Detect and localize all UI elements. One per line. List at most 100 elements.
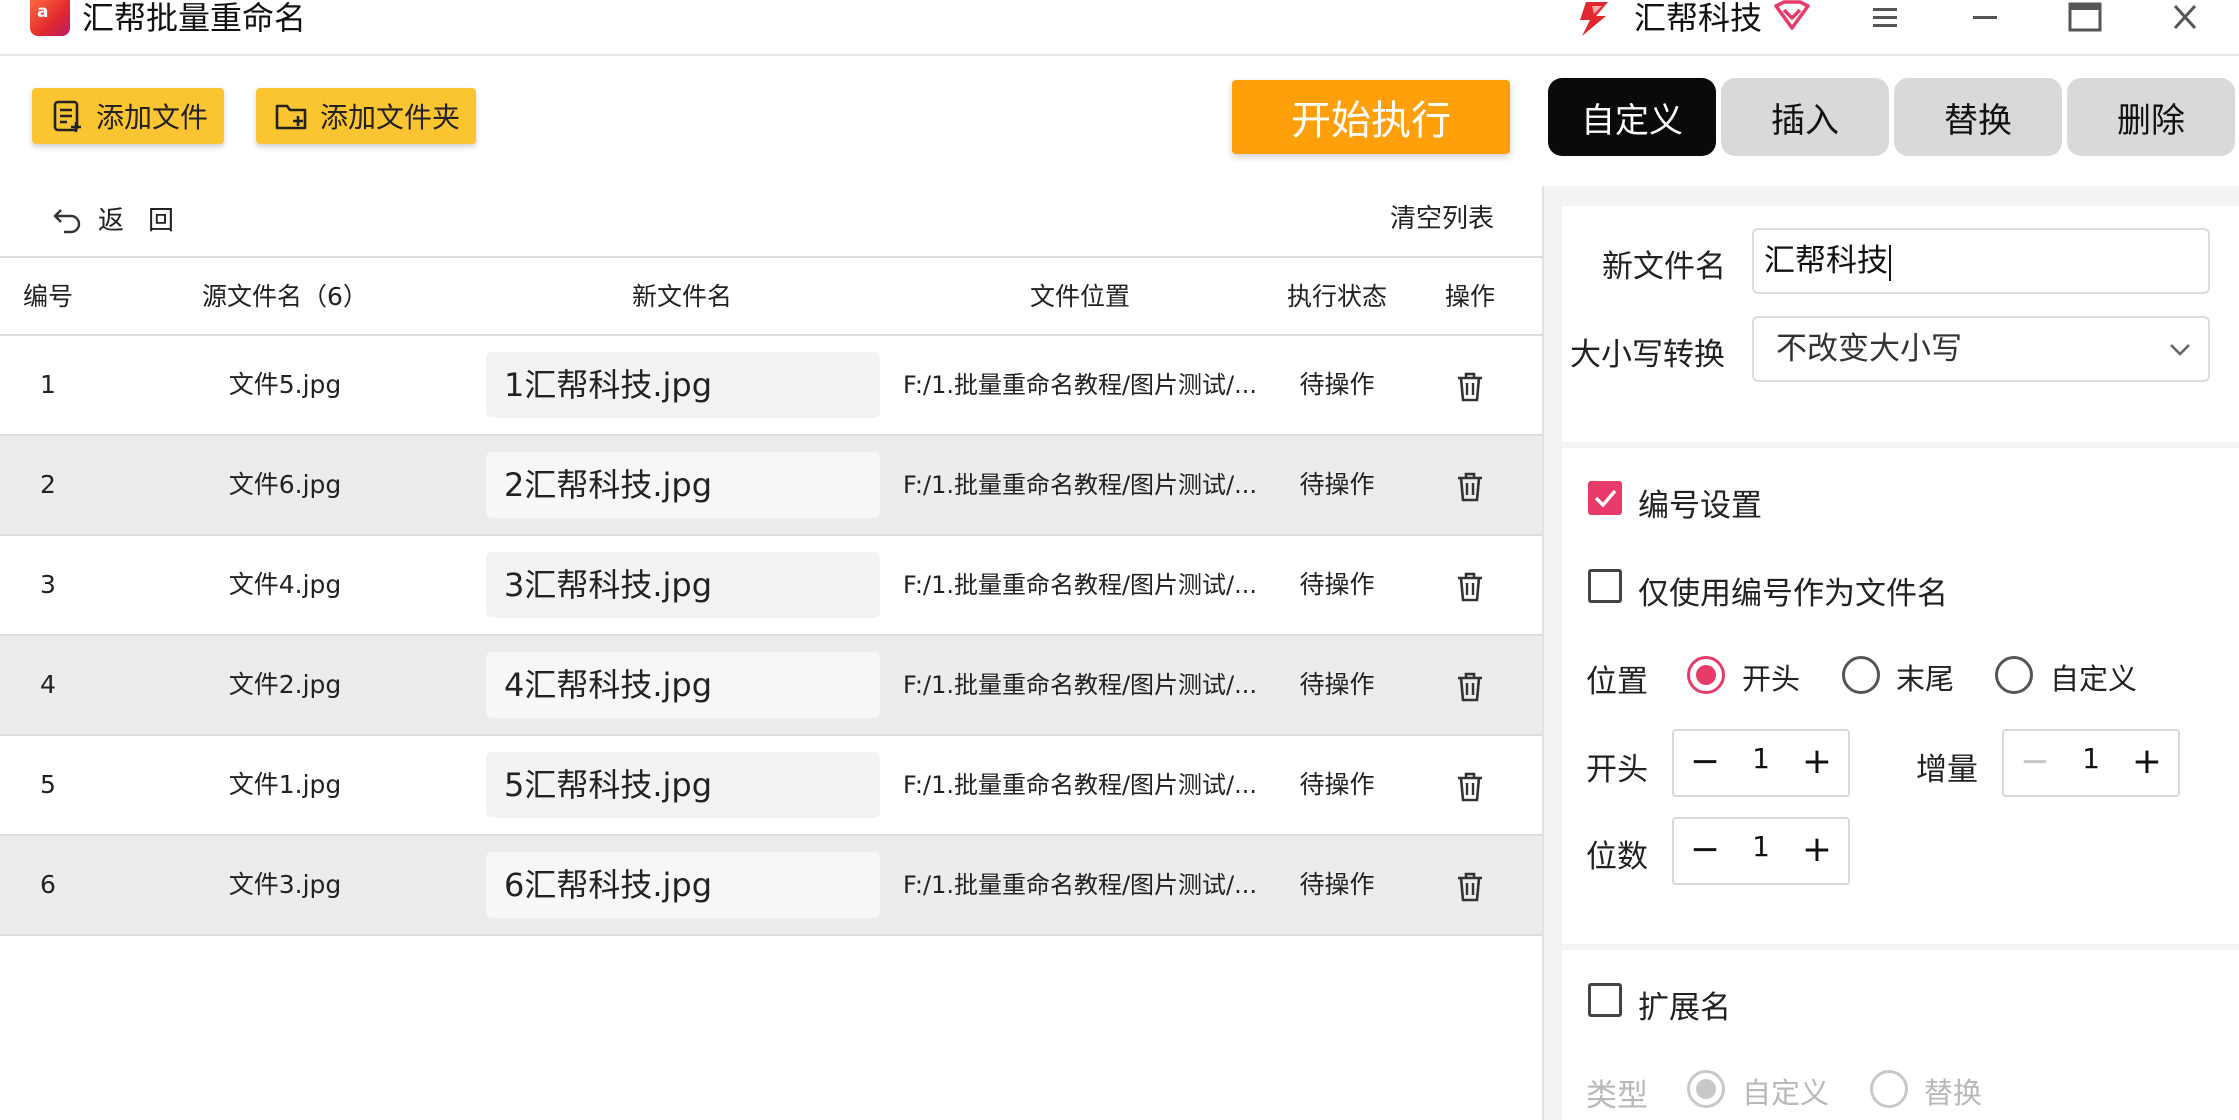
only-number-checkbox[interactable]	[1588, 569, 1622, 603]
increment-value[interactable]: 1	[2054, 731, 2128, 793]
position-radio-end[interactable]	[1842, 656, 1880, 694]
table-row[interactable]: 4 文件2.jpg 4汇帮科技.jpg F:/1.批量重命名教程/图片测试/... 待操…	[0, 636, 1542, 736]
row-new-name-field[interactable]: 3汇帮科技.jpg	[486, 552, 880, 618]
row-status: 待操作	[1299, 670, 1375, 699]
trash-icon[interactable]	[1456, 572, 1484, 602]
column-header-number: 编号	[22, 282, 73, 311]
start-button[interactable]: 开始执行	[1232, 80, 1510, 154]
row-number: 4	[40, 670, 56, 699]
back-button[interactable]: 返回	[52, 196, 198, 240]
row-source-name: 文件4.jpg	[228, 570, 342, 599]
app-title: 汇帮批量重命名	[82, 0, 307, 37]
title-bar: a 汇帮批量重命名 汇帮科技	[0, 0, 2239, 56]
type-radio-replace[interactable]	[1870, 1070, 1908, 1108]
add-file-button[interactable]: 添加文件	[32, 88, 224, 144]
case-conversion-value: 不改变大小写	[1776, 331, 1962, 367]
digits-increment-button[interactable]: +	[1794, 819, 1840, 883]
app-logo-icon: a	[30, 0, 70, 36]
trash-icon[interactable]	[1456, 772, 1484, 802]
trash-icon[interactable]	[1456, 672, 1484, 702]
row-number: 1	[40, 370, 56, 399]
trash-icon[interactable]	[1456, 372, 1484, 402]
increment-increment-button[interactable]: +	[2124, 731, 2170, 795]
start-label: 开头	[1586, 752, 1648, 788]
case-conversion-label: 大小写转换	[1570, 337, 1725, 373]
row-source-name: 文件6.jpg	[228, 470, 342, 499]
row-new-name-field[interactable]: 6汇帮科技.jpg	[486, 852, 880, 918]
extension-checkbox[interactable]	[1588, 983, 1622, 1017]
row-file-location: F:/1.批量重命名教程/图片测试/...	[902, 771, 1258, 799]
position-option-end-label: 末尾	[1896, 662, 1955, 696]
row-file-location: F:/1.批量重命名教程/图片测试/...	[902, 871, 1258, 899]
tab-replace[interactable]: 替换	[1894, 78, 2062, 156]
table-row[interactable]: 1 文件5.jpg 1汇帮科技.jpg F:/1.批量重命名教程/图片测试/... 待操…	[0, 336, 1542, 436]
row-source-name: 文件2.jpg	[228, 670, 342, 699]
column-header-location: 文件位置	[1029, 282, 1130, 311]
new-name-label: 新文件名	[1602, 249, 1726, 285]
minimize-icon[interactable]	[1962, 0, 2008, 36]
numbering-checkbox[interactable]	[1588, 481, 1622, 515]
row-status: 待操作	[1299, 570, 1375, 599]
only-number-label: 仅使用编号作为文件名	[1638, 576, 1948, 612]
start-value[interactable]: 1	[1724, 731, 1798, 793]
row-source-name: 文件5.jpg	[228, 370, 342, 399]
brand-name: 汇帮科技	[1634, 0, 1763, 37]
row-file-location: F:/1.批量重命名教程/图片测试/...	[902, 471, 1258, 499]
table-row[interactable]: 5 文件1.jpg 5汇帮科技.jpg F:/1.批量重命名教程/图片测试/... 待操…	[0, 736, 1542, 836]
row-file-location: F:/1.批量重命名教程/图片测试/...	[902, 571, 1258, 599]
row-status: 待操作	[1299, 470, 1375, 499]
start-increment-button[interactable]: +	[1794, 731, 1840, 795]
row-number: 3	[40, 570, 56, 599]
position-option-custom-label: 自定义	[2050, 662, 2138, 696]
row-file-location: F:/1.批量重命名教程/图片测试/...	[902, 371, 1258, 399]
increment-label: 增量	[1916, 752, 1978, 788]
table-row[interactable]: 6 文件3.jpg 6汇帮科技.jpg F:/1.批量重命名教程/图片测试/... 待操…	[0, 836, 1542, 936]
row-source-name: 文件3.jpg	[228, 870, 342, 899]
position-radio-custom[interactable]	[1995, 656, 2033, 694]
clear-list-button[interactable]: 清空列表	[1390, 198, 1494, 235]
checkmark-icon	[1594, 489, 1617, 508]
row-new-name-field[interactable]: 1汇帮科技.jpg	[486, 352, 880, 418]
position-radio-start[interactable]	[1687, 656, 1725, 694]
undo-arrow-icon	[53, 209, 81, 234]
digits-label: 位数	[1586, 839, 1648, 875]
type-radio-custom[interactable]	[1687, 1070, 1725, 1108]
add-file-icon	[53, 100, 81, 132]
case-conversion-select[interactable]: 不改变大小写	[1752, 316, 2210, 382]
digits-value[interactable]: 1	[1724, 819, 1798, 881]
trash-icon[interactable]	[1456, 872, 1484, 902]
row-number: 6	[40, 870, 56, 899]
row-new-name-field[interactable]: 2汇帮科技.jpg	[486, 452, 880, 518]
column-header-status: 执行状态	[1286, 282, 1387, 311]
brand-logo-icon	[1580, 2, 1608, 36]
trash-icon[interactable]	[1456, 472, 1484, 502]
row-new-name-field[interactable]: 4汇帮科技.jpg	[486, 652, 880, 718]
row-status: 待操作	[1299, 770, 1375, 799]
maximize-icon[interactable]	[2062, 0, 2108, 36]
add-file-label: 添加文件	[96, 101, 209, 134]
increment-decrement-button[interactable]: −	[2012, 731, 2058, 795]
close-icon[interactable]	[2162, 0, 2208, 36]
extension-label: 扩展名	[1638, 990, 1731, 1026]
table-row[interactable]: 3 文件4.jpg 3汇帮科技.jpg F:/1.批量重命名教程/图片测试/... 待操…	[0, 536, 1542, 636]
add-folder-button[interactable]: 添加文件夹	[256, 88, 476, 144]
row-number: 2	[40, 470, 56, 499]
numbering-label: 编号设置	[1638, 488, 1762, 524]
row-file-location: F:/1.批量重命名教程/图片测试/...	[902, 671, 1258, 699]
digits-decrement-button[interactable]: −	[1682, 819, 1728, 883]
tab-custom[interactable]: 自定义	[1548, 78, 1716, 156]
tab-insert[interactable]: 插入	[1721, 78, 1889, 156]
row-new-name-field[interactable]: 5汇帮科技.jpg	[486, 752, 880, 818]
column-header-action: 操作	[1444, 282, 1495, 311]
menu-icon[interactable]	[1862, 0, 1908, 36]
vip-diamond-icon[interactable]	[1772, 0, 1812, 32]
column-header-source-name: 源文件名（6）	[202, 282, 368, 311]
table-row[interactable]: 2 文件6.jpg 2汇帮科技.jpg F:/1.批量重命名教程/图片测试/... 待操…	[0, 436, 1542, 536]
start-decrement-button[interactable]: −	[1682, 731, 1728, 795]
position-label: 位置	[1586, 664, 1648, 700]
row-status: 待操作	[1299, 370, 1375, 399]
increment-stepper: − 1 +	[2002, 729, 2180, 797]
text-caret	[1889, 244, 1891, 281]
tab-delete[interactable]: 删除	[2067, 78, 2235, 156]
new-name-input[interactable]: 汇帮科技	[1752, 228, 2210, 294]
